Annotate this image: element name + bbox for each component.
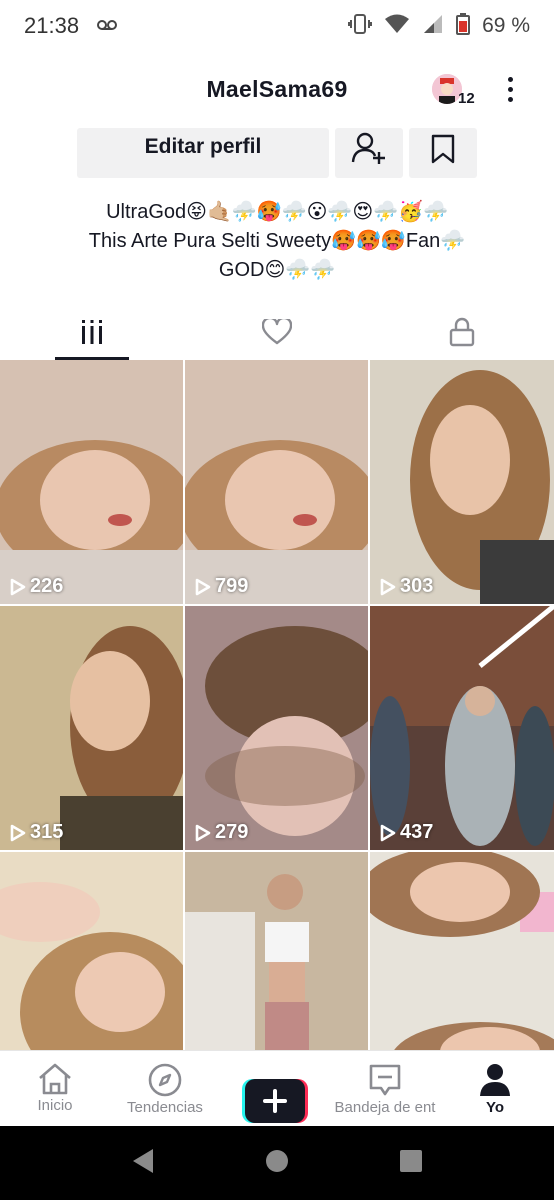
tab-liked[interactable] <box>185 304 370 360</box>
profile-icon <box>480 1064 510 1096</box>
battery-percent: 69 % <box>482 14 530 37</box>
compass-icon <box>148 1063 182 1097</box>
video-thumbnail <box>185 360 368 604</box>
create-video-button[interactable] <box>242 1079 308 1123</box>
nav-discover-label: Tendencias <box>127 1099 203 1116</box>
back-icon[interactable] <box>131 1148 155 1179</box>
video-tile[interactable] <box>185 852 368 1050</box>
video-thumbnail <box>185 852 368 1050</box>
status-time: 21:38 <box>24 13 80 38</box>
video-views: 799 <box>195 575 248 598</box>
grid-icon <box>82 320 103 344</box>
play-icon <box>10 824 26 841</box>
profile-tabs <box>0 304 554 360</box>
plus-icon <box>242 1079 308 1123</box>
system-nav-bar <box>0 1126 554 1200</box>
video-views: 315 <box>10 821 63 844</box>
home-circle-icon[interactable] <box>265 1149 289 1178</box>
video-tile[interactable]: 437 <box>370 606 554 850</box>
bio-line: This Arte Pura Selti Sweety🥵🥵🥵Fan⛈️ <box>88 230 466 252</box>
video-grid: 226 799 303 315 279 437 <box>0 360 554 1050</box>
bio-line: GOD😊⛈️⛈️ <box>218 259 336 281</box>
play-icon <box>10 578 26 595</box>
video-views: 226 <box>10 575 63 598</box>
bottom-nav: Inicio Tendencias Bandeja de ent Yo <box>0 1050 554 1126</box>
inbox-icon <box>369 1064 401 1096</box>
play-icon <box>380 578 396 595</box>
video-thumbnail <box>370 606 554 850</box>
home-icon <box>39 1063 71 1095</box>
tab-private[interactable] <box>369 304 554 360</box>
recents-icon[interactable] <box>399 1149 423 1178</box>
video-thumbnail <box>370 360 554 604</box>
video-thumbnail <box>0 852 183 1050</box>
status-bar: 21:38 69 % <box>0 0 554 52</box>
video-thumbnail <box>370 852 554 1050</box>
video-thumbnail <box>185 606 368 850</box>
signal-icon <box>422 14 444 39</box>
bookmark-icon <box>431 134 455 164</box>
favorites-button[interactable] <box>409 128 477 178</box>
video-views: 279 <box>195 821 248 844</box>
video-tile[interactable] <box>370 852 554 1050</box>
video-tile[interactable]: 315 <box>0 606 183 850</box>
video-views: 437 <box>380 821 433 844</box>
profile-views-button[interactable]: 12 <box>430 72 480 112</box>
video-tile[interactable]: 279 <box>185 606 368 850</box>
avatar-count: 12 <box>458 90 475 107</box>
voicemail-icon <box>97 18 118 34</box>
play-icon <box>380 824 396 841</box>
nav-home-label: Inicio <box>37 1097 73 1114</box>
nav-create[interactable] <box>220 1051 330 1126</box>
play-icon <box>195 824 211 841</box>
profile-header: MaelSama69 12 <box>0 62 554 122</box>
vibrate-icon <box>348 13 373 39</box>
video-tile[interactable] <box>0 852 183 1050</box>
video-thumbnail <box>0 360 183 604</box>
nav-me[interactable]: Yo <box>440 1051 550 1126</box>
edit-profile-button[interactable]: Editar perfil <box>77 128 329 178</box>
more-options-icon[interactable] <box>500 74 520 108</box>
nav-inbox-label: Bandeja de ent <box>334 1099 436 1116</box>
battery-icon <box>456 12 471 40</box>
video-tile[interactable]: 303 <box>370 360 554 604</box>
play-icon <box>195 578 211 595</box>
bio-line: UltraGod😝🤙🏼⛈️🥵⛈️😮⛈️😍⛈️🥳⛈️ <box>106 201 448 223</box>
nav-discover[interactable]: Tendencias <box>110 1051 220 1126</box>
heart-icon <box>262 319 292 345</box>
video-views: 303 <box>380 575 433 598</box>
bio: UltraGod😝🤙🏼⛈️🥵⛈️😮⛈️😍⛈️🥳⛈️ This Arte Pura… <box>0 198 554 285</box>
add-user-icon <box>351 132 385 164</box>
profile-actions: Editar perfil <box>77 128 477 178</box>
nav-me-label: Yo <box>485 1099 505 1116</box>
wifi-icon <box>384 14 410 39</box>
video-thumbnail <box>0 606 183 850</box>
lock-icon <box>449 317 474 347</box>
nav-home[interactable]: Inicio <box>0 1051 110 1126</box>
add-friend-button[interactable] <box>335 128 403 178</box>
nav-inbox[interactable]: Bandeja de ent <box>330 1051 440 1126</box>
tab-videos[interactable] <box>0 304 185 360</box>
video-tile[interactable]: 799 <box>185 360 368 604</box>
video-tile[interactable]: 226 <box>0 360 183 604</box>
